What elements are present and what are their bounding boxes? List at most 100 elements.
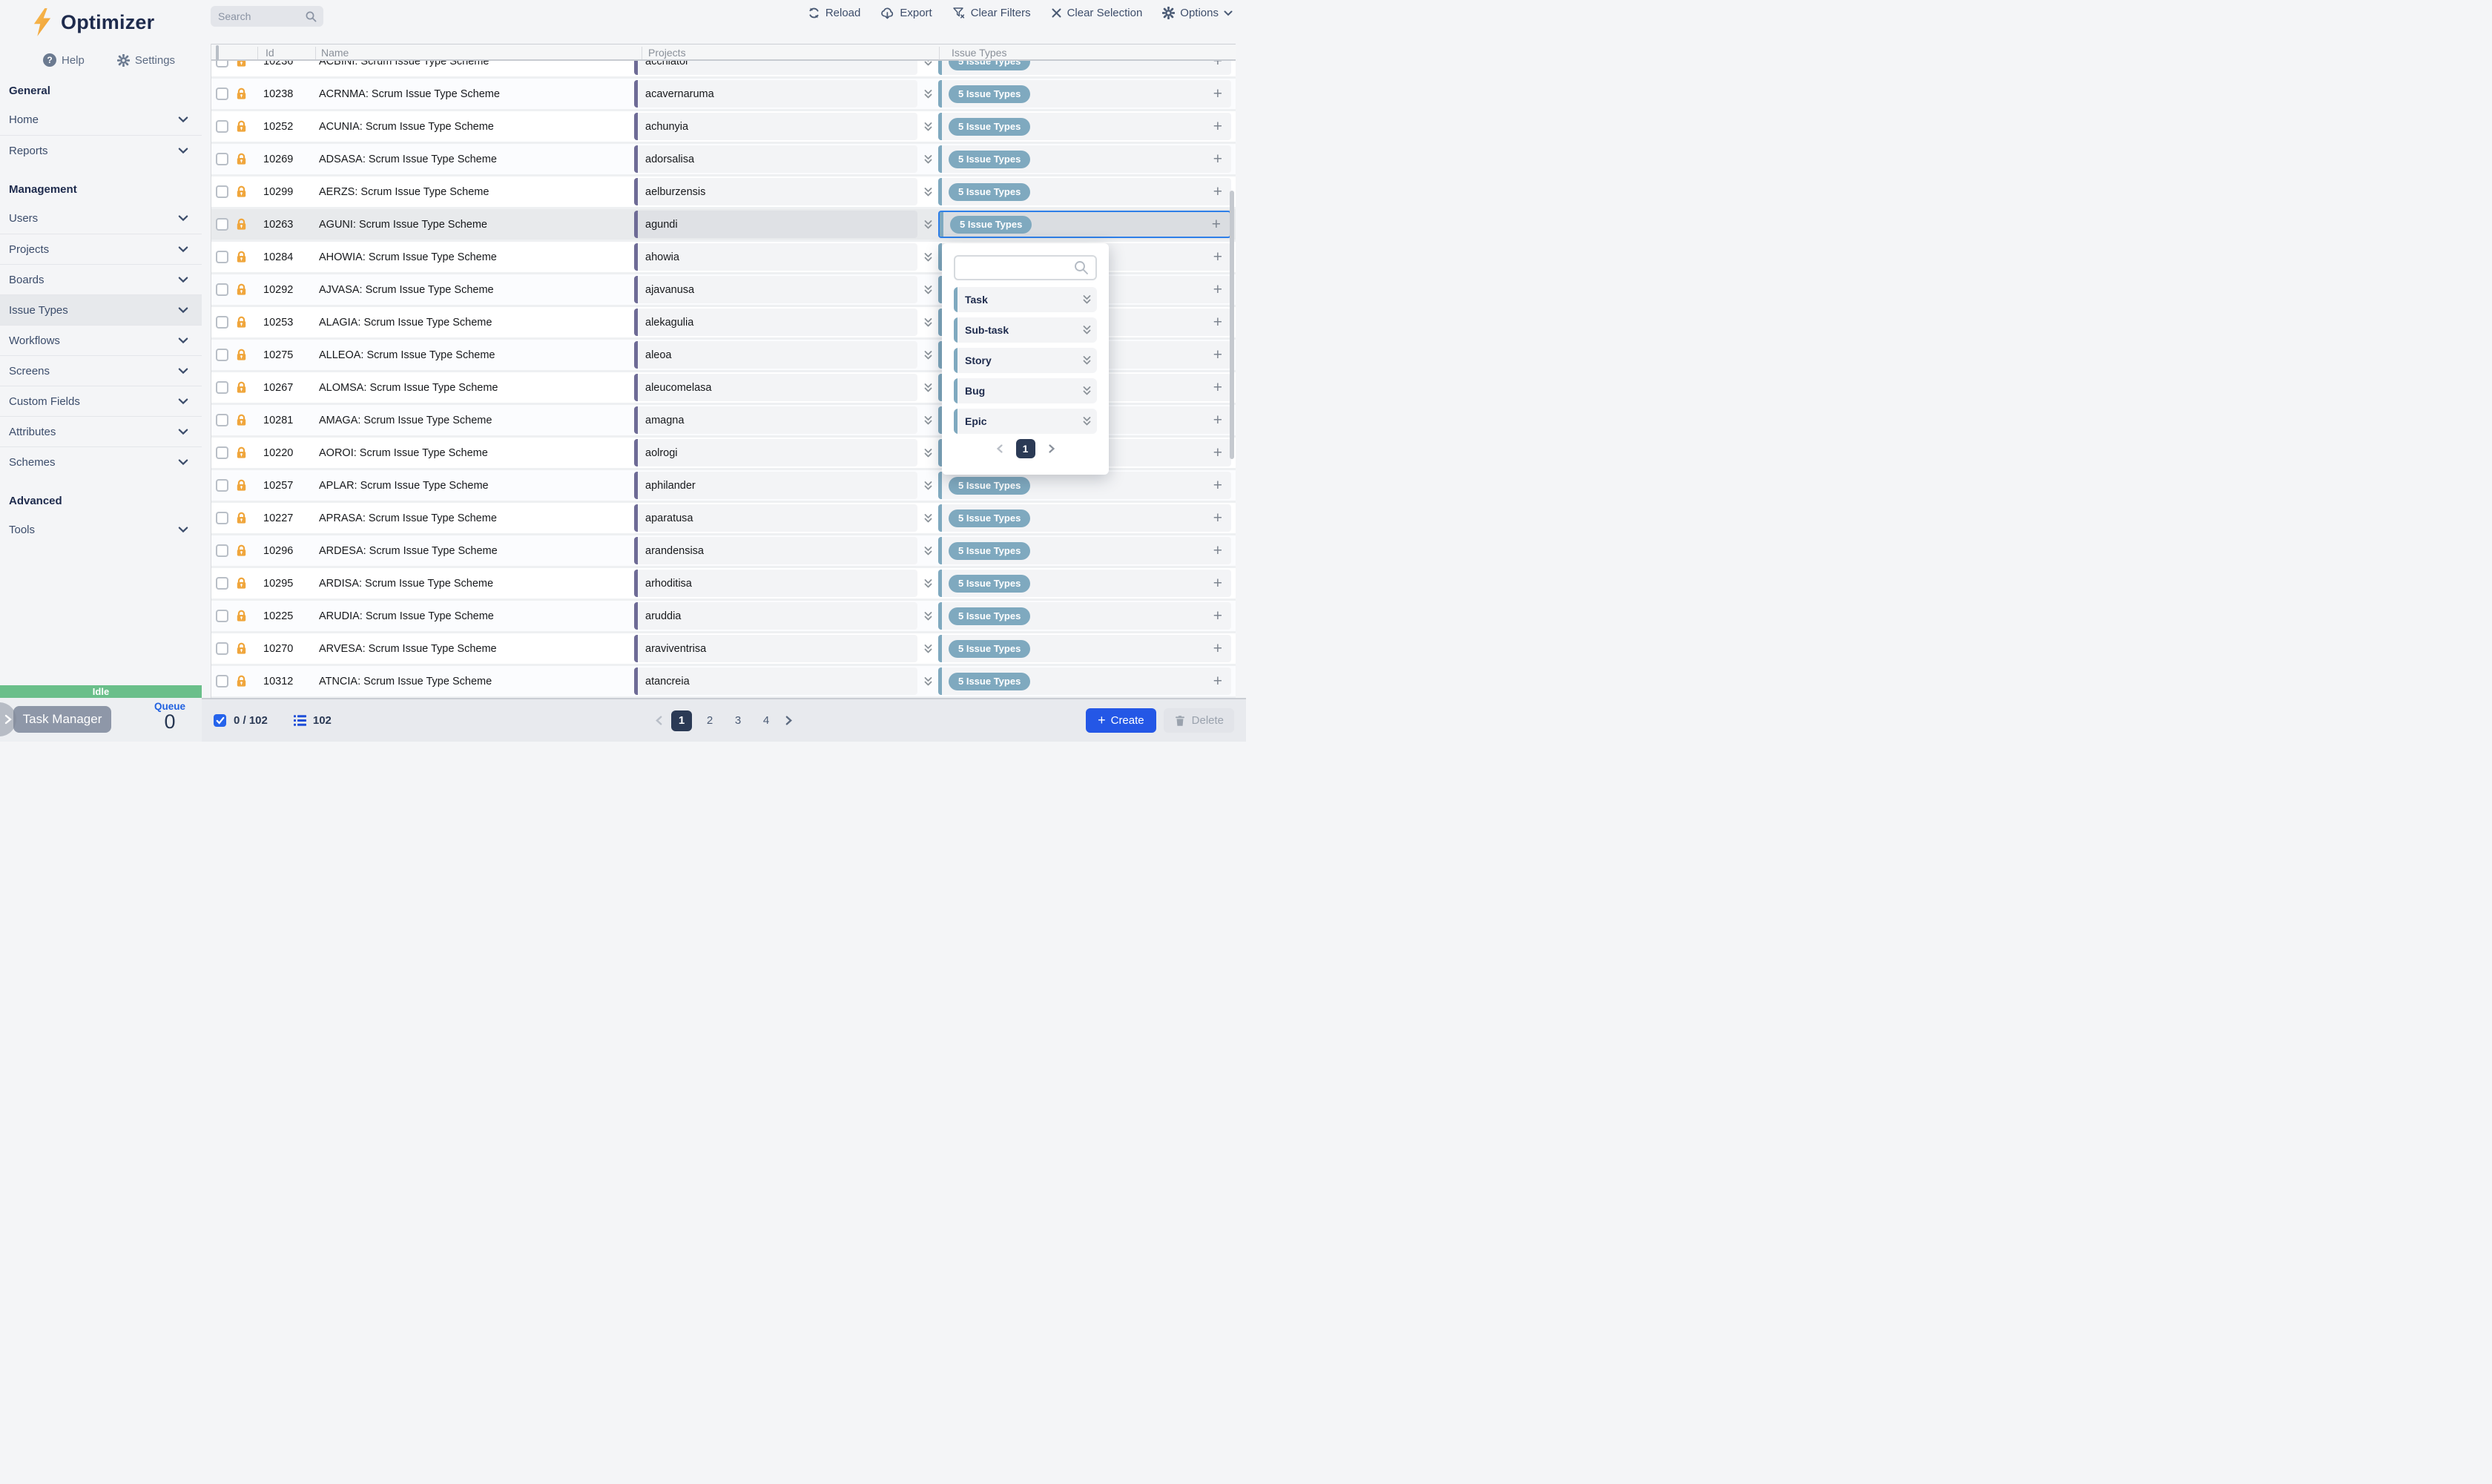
add-issue-type-icon[interactable]: + (1213, 118, 1222, 136)
double-chevron-icon[interactable] (917, 545, 938, 557)
popup-issue-type-task[interactable]: Task (954, 287, 1097, 312)
double-chevron-icon[interactable] (917, 284, 938, 296)
row-projects-cell[interactable]: aruddia (634, 602, 917, 630)
double-chevron-icon[interactable] (917, 643, 938, 655)
row-issue-types-cell[interactable]: 5 Issue Types + (938, 113, 1231, 140)
double-chevron-icon[interactable] (917, 186, 938, 198)
add-issue-type-icon[interactable]: + (1213, 346, 1222, 364)
delete-button[interactable]: Delete (1164, 708, 1234, 733)
popup-issue-type-bug[interactable]: Bug (954, 378, 1097, 403)
double-chevron-icon[interactable] (917, 219, 938, 231)
page-button-4[interactable]: 4 (756, 710, 777, 731)
row-projects-cell[interactable]: aleucomelasa (634, 374, 917, 401)
double-chevron-icon[interactable] (917, 382, 938, 394)
row-checkbox[interactable] (216, 120, 228, 133)
add-issue-type-icon[interactable]: + (1213, 673, 1222, 690)
page-button-1[interactable]: 1 (671, 710, 692, 731)
table-row[interactable]: 10269 ADSASA: Scrum Issue Type Scheme ad… (211, 144, 1236, 174)
add-issue-type-icon[interactable]: + (1213, 575, 1222, 593)
page-next-icon[interactable] (1047, 443, 1056, 454)
footer-select-checkbox[interactable] (214, 714, 226, 727)
add-issue-type-icon[interactable]: + (1213, 444, 1222, 462)
add-issue-type-icon[interactable]: + (1213, 61, 1222, 70)
table-row[interactable]: 10263 AGUNI: Scrum Issue Type Scheme agu… (211, 209, 1236, 240)
add-issue-type-icon[interactable]: + (1213, 412, 1222, 429)
add-issue-type-icon[interactable]: + (1213, 542, 1222, 560)
column-header-issue-types[interactable]: Issue Types (952, 47, 1006, 59)
sidebar-item-projects[interactable]: Projects (0, 234, 202, 264)
double-chevron-icon[interactable] (917, 61, 938, 67)
double-chevron-icon[interactable] (917, 154, 938, 165)
row-issue-types-cell[interactable]: 5 Issue Types + (938, 472, 1231, 499)
add-issue-type-icon[interactable]: + (1213, 379, 1222, 397)
table-row[interactable]: 10252 ACUNIA: Scrum Issue Type Scheme ac… (211, 111, 1236, 142)
add-issue-type-icon[interactable]: + (1213, 314, 1222, 332)
row-projects-cell[interactable]: ahowia (634, 243, 917, 271)
row-issue-types-cell[interactable]: 5 Issue Types + (938, 504, 1231, 532)
double-chevron-icon[interactable] (917, 349, 938, 361)
row-issue-types-cell[interactable]: 5 Issue Types + (938, 667, 1231, 695)
add-issue-type-icon[interactable]: + (1213, 640, 1222, 658)
issue-types-pill[interactable]: 5 Issue Types (949, 118, 1030, 136)
table-row[interactable]: 10238 ACRNMA: Scrum Issue Type Scheme ac… (211, 79, 1236, 109)
sidebar-item-reports[interactable]: Reports (0, 135, 202, 165)
sidebar-item-attributes[interactable]: Attributes (0, 416, 202, 446)
settings-button[interactable]: Settings (117, 54, 175, 67)
row-checkbox[interactable] (216, 251, 228, 263)
options-button[interactable]: Options (1162, 7, 1233, 19)
export-button[interactable]: Export (880, 7, 932, 19)
add-issue-type-icon[interactable]: + (1213, 151, 1222, 168)
row-checkbox[interactable] (216, 446, 228, 459)
double-chevron-icon[interactable] (917, 251, 938, 263)
table-row[interactable]: 10299 AERZS: Scrum Issue Type Scheme ael… (211, 177, 1236, 207)
double-chevron-icon[interactable] (917, 317, 938, 329)
issue-types-pill[interactable]: 5 Issue Types (949, 151, 1030, 168)
double-chevron-icon[interactable] (917, 676, 938, 687)
column-header-projects[interactable]: Projects (648, 47, 686, 59)
clear-selection-button[interactable]: Clear Selection (1051, 7, 1143, 19)
sidebar-item-users[interactable]: Users (0, 203, 202, 234)
table-row[interactable]: 10236 ACBINI: Scrum Issue Type Scheme ac… (211, 61, 1236, 76)
reload-button[interactable]: Reload (808, 7, 861, 19)
add-issue-type-icon[interactable]: + (1213, 281, 1222, 299)
sidebar-item-issue-types[interactable]: Issue Types (0, 294, 202, 325)
popup-issue-type-story[interactable]: Story (954, 348, 1097, 373)
sidebar-item-schemes[interactable]: Schemes (0, 446, 202, 477)
help-button[interactable]: ? Help (43, 53, 85, 67)
add-issue-type-icon[interactable]: + (1213, 183, 1222, 201)
row-checkbox[interactable] (216, 642, 228, 655)
row-checkbox[interactable] (216, 512, 228, 524)
issue-types-pill[interactable]: 5 Issue Types (949, 542, 1030, 560)
row-projects-cell[interactable]: aleoa (634, 341, 917, 369)
sidebar-item-home[interactable]: Home (0, 105, 202, 135)
row-checkbox[interactable] (216, 349, 228, 361)
popup-issue-type-epic[interactable]: Epic (954, 409, 1097, 434)
double-chevron-icon[interactable] (917, 121, 938, 133)
double-chevron-icon[interactable] (917, 610, 938, 622)
row-issue-types-cell[interactable]: 5 Issue Types + (938, 570, 1231, 597)
add-issue-type-icon[interactable]: + (1213, 248, 1222, 266)
column-header-name[interactable]: Name (321, 47, 349, 59)
row-checkbox[interactable] (216, 88, 228, 100)
table-row[interactable]: 10225 ARUDIA: Scrum Issue Type Scheme ar… (211, 601, 1236, 631)
issue-types-pill[interactable]: 5 Issue Types (949, 183, 1030, 201)
row-projects-cell[interactable]: aparatusa (634, 504, 917, 532)
table-row[interactable]: 10295 ARDISA: Scrum Issue Type Scheme ar… (211, 568, 1236, 598)
row-checkbox[interactable] (216, 153, 228, 165)
double-chevron-icon[interactable] (917, 447, 938, 459)
add-issue-type-icon[interactable]: + (1213, 85, 1222, 103)
row-projects-cell[interactable]: arhoditisa (634, 570, 917, 597)
row-checkbox[interactable] (216, 316, 228, 329)
vertical-scrollbar[interactable] (1230, 191, 1234, 459)
row-issue-types-cell[interactable]: 5 Issue Types + (938, 178, 1231, 205)
select-all-checkbox[interactable] (216, 45, 219, 61)
row-projects-cell[interactable]: araviventrisa (634, 635, 917, 662)
row-projects-cell[interactable]: ajavanusa (634, 276, 917, 303)
add-issue-type-icon[interactable]: + (1212, 216, 1221, 234)
issue-types-pill[interactable]: 5 Issue Types (949, 673, 1030, 690)
table-row[interactable]: 10312 ATNCIA: Scrum Issue Type Scheme at… (211, 666, 1236, 696)
add-issue-type-icon[interactable]: + (1213, 477, 1222, 495)
row-issue-types-cell[interactable]: 5 Issue Types + (938, 635, 1231, 662)
row-issue-types-cell[interactable]: 5 Issue Types + (938, 602, 1231, 630)
sidebar-item-boards[interactable]: Boards (0, 264, 202, 294)
